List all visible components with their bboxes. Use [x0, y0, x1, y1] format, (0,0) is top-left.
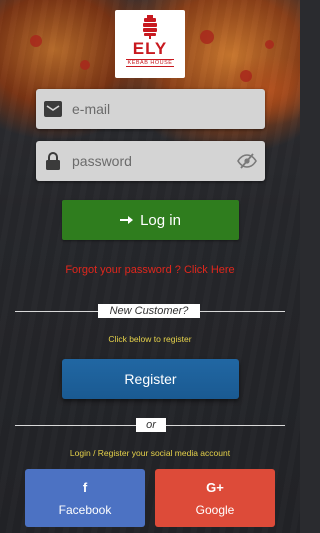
email-field[interactable]	[36, 89, 265, 129]
password-input[interactable]	[72, 153, 222, 169]
eye-off-icon[interactable]	[237, 152, 257, 170]
login-button[interactable]: Log in	[62, 200, 239, 240]
password-field[interactable]	[36, 141, 265, 181]
brand-name: ELY	[132, 39, 168, 58]
google-plus-icon: G+	[206, 480, 224, 495]
email-input[interactable]	[72, 101, 222, 117]
register-button[interactable]: Register	[62, 359, 239, 399]
app-logo: ELY KEBAB HOUSE	[115, 10, 185, 78]
forgot-password-link[interactable]: Forgot your password ? Click Here	[0, 264, 300, 276]
facebook-icon: f	[82, 480, 88, 495]
brand-subtitle: KEBAB HOUSE	[125, 59, 175, 67]
facebook-label: Facebook	[58, 503, 112, 517]
register-hint: Click below to register	[108, 334, 192, 344]
google-label: Google	[195, 503, 235, 517]
mail-icon	[44, 100, 62, 118]
lock-icon	[44, 152, 62, 170]
arrow-right-icon	[120, 216, 134, 224]
facebook-button[interactable]: f Facebook	[25, 469, 145, 527]
social-hint: Login / Register your social media accou…	[69, 448, 231, 458]
or-label: or	[136, 418, 166, 432]
login-label: Log in	[140, 211, 181, 229]
google-button[interactable]: G+ Google	[155, 469, 275, 527]
new-customer-label: New Customer?	[98, 304, 200, 318]
kebab-logo-icon	[143, 15, 157, 39]
